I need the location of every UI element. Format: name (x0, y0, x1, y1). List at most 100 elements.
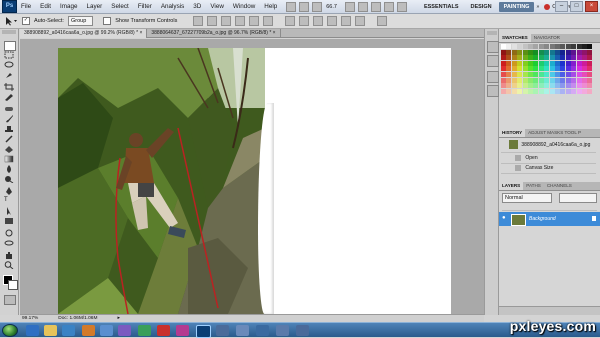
background-color-swatch[interactable] (8, 280, 18, 290)
3d-orbit-tool-icon[interactable] (4, 239, 14, 247)
swatch-cell[interactable] (587, 44, 593, 49)
swatch-cell[interactable] (587, 83, 593, 89)
swatch-cell[interactable] (555, 44, 560, 49)
swatch-cell[interactable] (517, 77, 523, 83)
swatch-cell[interactable] (560, 72, 566, 77)
eyedropper-tool-icon[interactable] (4, 93, 14, 101)
layer-row-background[interactable]: ● Background (499, 212, 600, 226)
swatch-cell[interactable] (528, 66, 533, 72)
swatch-cell[interactable] (517, 60, 523, 66)
shape-tool-icon[interactable] (4, 217, 14, 225)
distribute-bottom-icon[interactable] (313, 16, 324, 26)
swatch-cell[interactable] (511, 44, 517, 49)
swatch-cell[interactable] (522, 66, 528, 72)
swatch-cell[interactable] (528, 49, 533, 55)
swatch-cell[interactable] (582, 49, 587, 55)
explorer-icon[interactable] (44, 325, 57, 336)
dodge-tool-icon[interactable] (4, 175, 14, 183)
brush-tool-icon[interactable] (4, 115, 14, 123)
blur-tool-icon[interactable] (4, 165, 14, 173)
history-brush-tool-icon[interactable] (4, 135, 14, 143)
swatch-cell[interactable] (576, 60, 582, 66)
blend-mode-dropdown[interactable]: Normal (502, 193, 552, 203)
swatch-cell[interactable] (517, 72, 523, 77)
swatch-cell[interactable] (506, 88, 512, 94)
swatch-cell[interactable] (571, 88, 577, 94)
swatch-cell[interactable] (565, 77, 571, 83)
swatch-cell[interactable] (565, 60, 571, 66)
swatch-cell[interactable] (560, 55, 566, 61)
status-zoom[interactable]: 99.17% (22, 316, 38, 321)
swatch-cell[interactable] (576, 83, 582, 89)
media-player-icon[interactable] (62, 325, 75, 336)
quick-mask-icon[interactable] (4, 295, 16, 305)
app-icon-14[interactable] (276, 325, 289, 336)
menu-filter[interactable]: Filter (138, 3, 152, 10)
swatch-cell[interactable] (565, 72, 571, 77)
swatch-cell[interactable] (544, 77, 550, 83)
swatch-cell[interactable] (565, 88, 571, 94)
swatch-cell[interactable] (555, 60, 560, 66)
swatch-cell[interactable] (538, 66, 544, 72)
swatch-cell[interactable] (501, 60, 506, 66)
auto-align-icon[interactable] (377, 16, 388, 26)
swatch-cell[interactable] (528, 55, 533, 61)
swatch-cell[interactable] (555, 72, 560, 77)
photoshop-task-icon[interactable] (196, 325, 211, 338)
swatch-cell[interactable] (582, 88, 587, 94)
menu-3d[interactable]: 3D (193, 3, 201, 10)
swatch-cell[interactable] (544, 72, 550, 77)
swatch-cell[interactable] (560, 77, 566, 83)
swatch-cell[interactable] (587, 77, 593, 83)
swatch-cell[interactable] (511, 83, 517, 89)
show-transform-checkbox[interactable] (103, 17, 112, 25)
swatch-cell[interactable] (533, 55, 539, 61)
app-icon-8[interactable] (157, 325, 170, 336)
clone-source-panel-icon[interactable] (487, 85, 499, 97)
swatch-cell[interactable] (582, 72, 587, 77)
swatch-cell[interactable] (538, 44, 544, 49)
swatch-cell[interactable] (582, 55, 587, 61)
swatch-cell[interactable] (501, 44, 506, 49)
swatch-cell[interactable] (549, 55, 555, 61)
swatch-cell[interactable] (549, 49, 555, 55)
swatch-cell[interactable] (517, 83, 523, 89)
tab-adjustments[interactable]: ADJUST MASKS TOOL P (525, 129, 584, 137)
swatch-cell[interactable] (533, 88, 539, 94)
swatch-cell[interactable] (522, 88, 528, 94)
quick-selection-tool-icon[interactable] (4, 71, 14, 79)
workspace-painting[interactable]: PAINTING (498, 1, 535, 12)
swatch-cell[interactable] (549, 66, 555, 72)
swatch-cell[interactable] (501, 66, 506, 72)
swatch-cell[interactable] (544, 44, 550, 49)
document-canvas[interactable] (58, 48, 451, 314)
history-item-canvas-size[interactable]: Canvas Size (501, 164, 596, 174)
swatch-cell[interactable] (582, 60, 587, 66)
crop-tool-icon[interactable] (4, 83, 14, 91)
path-selection-tool-icon[interactable] (4, 207, 14, 215)
move-tool-button[interactable] (4, 41, 16, 51)
swatch-cell[interactable] (549, 72, 555, 77)
swatch-cell[interactable] (517, 88, 523, 94)
distribute-top-icon[interactable] (285, 16, 296, 26)
swatch-cell[interactable] (549, 44, 555, 49)
swatch-cell[interactable] (506, 55, 512, 61)
swatch-cell[interactable] (555, 66, 560, 72)
swatch-cell[interactable] (522, 77, 528, 83)
tab-channels[interactable]: CHANNELS (544, 182, 575, 190)
swatch-cell[interactable] (582, 66, 587, 72)
swatch-cell[interactable] (506, 72, 512, 77)
close-button[interactable]: × (585, 1, 598, 12)
swatch-cell[interactable] (517, 49, 523, 55)
app-icon-11[interactable] (216, 325, 229, 336)
swatch-cell[interactable] (528, 44, 533, 49)
visibility-eye-icon[interactable]: ● (502, 215, 506, 221)
swatch-cell[interactable] (587, 88, 593, 94)
tab-close-icon[interactable]: × (273, 30, 276, 36)
menu-view[interactable]: View (210, 3, 224, 10)
swatch-cell[interactable] (501, 55, 506, 61)
swatch-cell[interactable] (587, 72, 593, 77)
swatch-grid[interactable] (501, 44, 593, 96)
tab-swatches[interactable]: SWATCHES (499, 34, 531, 42)
swatch-cell[interactable] (511, 77, 517, 83)
